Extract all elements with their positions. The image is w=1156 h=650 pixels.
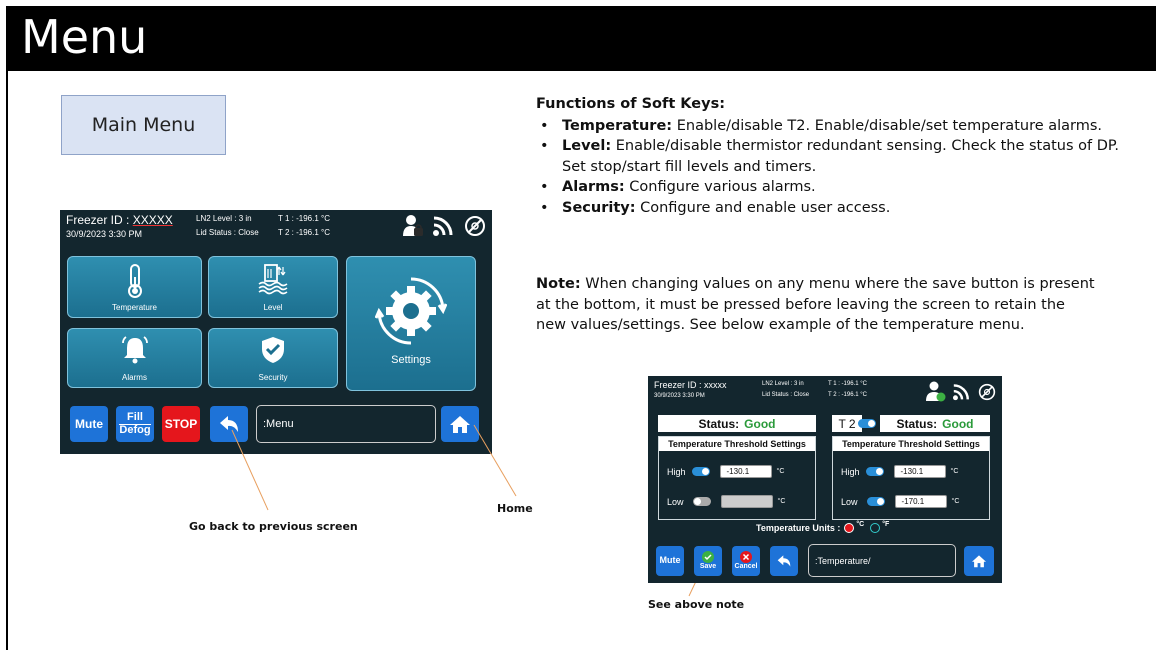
save-annotation: See above note (648, 598, 745, 611)
breadcrumb: :Temperature/ (808, 544, 956, 577)
fahrenheit-radio[interactable] (870, 523, 881, 533)
note-text: Note: When changing values on any menu w… (536, 276, 1095, 333)
back-arrow-icon (777, 555, 791, 567)
back-button[interactable] (770, 546, 798, 576)
list-item: Temperature: Enable/disable T2. Enable/d… (536, 116, 1136, 137)
high-toggle[interactable] (691, 467, 710, 476)
status-right: Status: Good (880, 415, 990, 432)
user-ok-icon[interactable] (926, 381, 946, 403)
t2-reading: T 2 : -196.1 °C (828, 392, 867, 398)
threshold-panel-right: Temperature Threshold Settings High -130.… (832, 436, 990, 520)
temperature-units: Temperature Units : °C °F (756, 520, 890, 533)
high-toggle[interactable] (865, 467, 884, 476)
mute-button[interactable]: Mute (656, 546, 684, 576)
home-button[interactable] (964, 546, 994, 576)
celsius-radio[interactable] (844, 523, 855, 533)
t2-toggle[interactable] (852, 419, 876, 428)
ln2-level: LN2 Level : 3 in (762, 381, 804, 387)
functions-list: Functions of Soft Keys: Temperature: Ena… (536, 94, 1136, 218)
no-signal-icon[interactable] (978, 383, 996, 401)
check-icon (702, 551, 714, 564)
high-input[interactable]: -130.1 (893, 465, 946, 478)
functions-heading: Functions of Soft Keys: (536, 96, 725, 112)
home-icon (972, 555, 986, 568)
lid-status: Lid Status : Close (762, 392, 810, 398)
low-toggle[interactable] (866, 497, 885, 506)
slide: Menu Main Menu Freezer ID : XXXXX 30/9/2… (0, 0, 1156, 650)
freezer-id: Freezer ID : xxxxx (654, 380, 727, 390)
low-row: Low -170.1 °C (841, 495, 960, 508)
high-row: High -130.1 °C (667, 465, 785, 478)
low-row: Low °C (667, 495, 786, 508)
device-temperature-screen: Freezer ID : xxxxx 30/9/2023 3:30 PM LN2… (648, 376, 1002, 583)
list-item: Security: Configure and enable user acce… (536, 198, 1136, 219)
home-annotation: Home (497, 502, 533, 515)
low-input[interactable] (720, 495, 773, 508)
low-toggle[interactable] (692, 497, 711, 506)
t1-reading: T 1 : -196.1 °C (828, 381, 867, 387)
header-icons (926, 381, 996, 403)
panel-title: Temperature Threshold Settings (833, 437, 989, 451)
panel-title: Temperature Threshold Settings (659, 437, 815, 451)
datetime: 30/9/2023 3:30 PM (654, 393, 705, 399)
back-annotation: Go back to previous screen (189, 520, 358, 533)
status-left: Status: Good (658, 415, 816, 432)
save-button[interactable]: Save (694, 546, 722, 576)
cancel-button[interactable]: Cancel (732, 546, 760, 576)
high-row: High -130.1 °C (841, 465, 959, 478)
low-input[interactable]: -170.1 (894, 495, 947, 508)
list-item: Level: Enable/disable thermistor redunda… (536, 136, 1136, 177)
threshold-panel-left: Temperature Threshold Settings High -130.… (658, 436, 816, 520)
x-icon (740, 551, 752, 564)
high-input[interactable]: -130.1 (719, 465, 772, 478)
list-item: Alarms: Configure various alarms. (536, 177, 1136, 198)
wifi-icon[interactable] (952, 383, 972, 401)
